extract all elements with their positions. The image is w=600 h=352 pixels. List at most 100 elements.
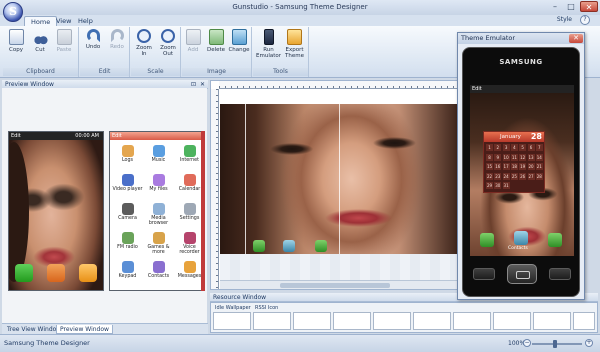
canvas-icon-contacts[interactable] (283, 240, 295, 252)
change-image-button[interactable]: Change (228, 29, 250, 53)
resource-slot[interactable] (333, 312, 371, 330)
resource-slot[interactable] (533, 312, 571, 330)
menu-item[interactable]: Contacts (143, 261, 174, 281)
emulator-icon-green-2[interactable] (548, 233, 562, 247)
style-menu[interactable]: Style (557, 16, 572, 23)
resource-slot[interactable] (253, 312, 291, 330)
main-menu-preview[interactable]: Edit Logs Music Internet Video player My fil… (109, 131, 204, 291)
menu-item[interactable]: Internet (174, 145, 203, 165)
menu-item[interactable]: Voice recorder (174, 232, 203, 255)
copy-button[interactable]: Copy (5, 29, 27, 53)
menu-item-label: Music (151, 158, 166, 163)
menu-item[interactable]: Music (143, 145, 174, 165)
preview-status-edit: Edit (11, 133, 21, 139)
canvas-icon-green[interactable] (253, 240, 265, 252)
zoom-slider-knob[interactable] (553, 340, 557, 348)
paste-button[interactable]: Paste (53, 29, 75, 53)
preview-window-title: Preview Window (5, 81, 54, 88)
menu-item[interactable]: Keypad (112, 261, 143, 281)
minimize-button[interactable]: – (548, 1, 562, 12)
menu-item[interactable]: FM radio (112, 232, 143, 252)
menu-item[interactable]: Video player (112, 174, 143, 194)
menu-item-label: Internet (179, 158, 200, 163)
add-image-button[interactable]: Add (182, 29, 204, 53)
resource-slot[interactable] (573, 312, 595, 330)
contacts-icon (47, 264, 65, 282)
calendar-day-cell: 30 (494, 182, 502, 189)
resource-item-label: Idle Wallpaper (215, 305, 251, 311)
edit-group: Undo Redo Edit (80, 27, 130, 77)
zoom-in-button[interactable]: Zoom In (133, 29, 155, 57)
emulator-close-button[interactable]: ✕ (569, 34, 583, 43)
resource-slot[interactable] (293, 312, 331, 330)
menu-item[interactable]: Messages (174, 261, 203, 281)
calendar-day-cell: 6 (527, 144, 535, 151)
menu-item[interactable]: My files (143, 174, 174, 194)
menu-item[interactable]: Games & more (143, 232, 174, 255)
image-group-label: Image (182, 68, 251, 76)
delete-image-button[interactable]: Delete (205, 29, 227, 53)
maximize-button[interactable]: □ (564, 1, 578, 12)
menu-item-icon (152, 203, 165, 215)
calendar-day-cell: 22 (486, 172, 493, 180)
resource-slot[interactable] (213, 312, 251, 330)
menu-item-label: Settings (179, 216, 200, 221)
resource-slot[interactable] (493, 312, 531, 330)
undo-button[interactable]: Undo (82, 29, 104, 50)
redo-button[interactable]: Redo (106, 29, 128, 50)
zoom-plus-button[interactable]: + (585, 339, 593, 347)
calendar-header: January 28 (484, 132, 544, 142)
menu-item[interactable]: Media browser (143, 203, 174, 226)
menu-item-icon (183, 145, 196, 157)
calendar-day-cell: 1 (486, 144, 493, 151)
idle-screen-preview[interactable]: Edit 00:00 AM (8, 131, 104, 291)
emulator-icon-green[interactable] (480, 233, 494, 247)
menu-item-label: Contacts (147, 274, 170, 279)
export-theme-icon (287, 29, 302, 45)
menu-item[interactable]: Calendar (174, 174, 203, 194)
menu-item-label: Messages (177, 274, 202, 279)
end-key[interactable] (549, 268, 571, 280)
calendar-day-cell: 28 (535, 172, 543, 180)
canvas-icon-green-2[interactable] (315, 240, 327, 252)
calendar-day-cell: 5 (519, 144, 527, 151)
preview-time: 00:00 AM (75, 133, 99, 139)
application-menu-button[interactable]: S (3, 2, 23, 22)
resource-slot[interactable] (413, 312, 451, 330)
run-emulator-button[interactable]: Run Emulator (256, 29, 281, 59)
resource-slot[interactable] (373, 312, 411, 330)
scrollbar-thumb[interactable] (280, 283, 390, 288)
cut-button[interactable]: Cut (29, 29, 51, 53)
emulator-screen[interactable]: Edit January 28 1 2 3 4 5 6 7 8 9 10 11 12 13 14 15 16 1… (470, 85, 574, 256)
menu-item[interactable]: Camera (112, 203, 143, 223)
zoom-slider[interactable] (532, 343, 582, 345)
calendar-month: January (500, 134, 521, 140)
copy-label: Copy (9, 47, 23, 53)
resource-item-label: RSSI Icon (255, 305, 279, 311)
run-emulator-icon (263, 29, 274, 45)
scroll-strip[interactable] (201, 131, 205, 291)
help-button[interactable]: ? (580, 15, 590, 25)
phone-body: SAMSUNG Edit January 28 1 2 3 4 5 6 7 8 9 10 11 12 1… (462, 47, 580, 297)
clipboard-group: Copy Cut Paste Clipboard (3, 27, 79, 77)
redo-icon (110, 29, 124, 42)
call-key[interactable] (473, 268, 495, 280)
menu-item[interactable]: Settings (174, 203, 203, 223)
menu-item-label: Games & more (147, 245, 170, 255)
emulator-contacts-icon[interactable] (514, 231, 528, 245)
resource-slot[interactable] (453, 312, 491, 330)
zoom-minus-button[interactable]: − (523, 339, 531, 347)
home-key[interactable] (507, 264, 537, 284)
design-canvas[interactable] (210, 80, 458, 290)
zoom-out-button[interactable]: Zoom Out (157, 29, 179, 57)
export-theme-button[interactable]: Export Theme (282, 29, 307, 59)
calendar-day-cell: 16 (494, 163, 502, 170)
canvas-horizontal-scrollbar[interactable] (220, 280, 457, 289)
tab-preview-window[interactable]: Preview Window (56, 325, 113, 334)
menu-item[interactable]: Logs (112, 145, 143, 165)
tab-help[interactable]: Help (72, 16, 99, 26)
messages-icon (79, 264, 97, 282)
close-button[interactable]: ✕ (580, 1, 598, 12)
calendar-widget[interactable]: January 28 1 2 3 4 5 6 7 8 9 10 11 12 13 14 15 16 17 18 19… (483, 131, 545, 193)
calendar-day-cell: 4 (510, 144, 518, 151)
